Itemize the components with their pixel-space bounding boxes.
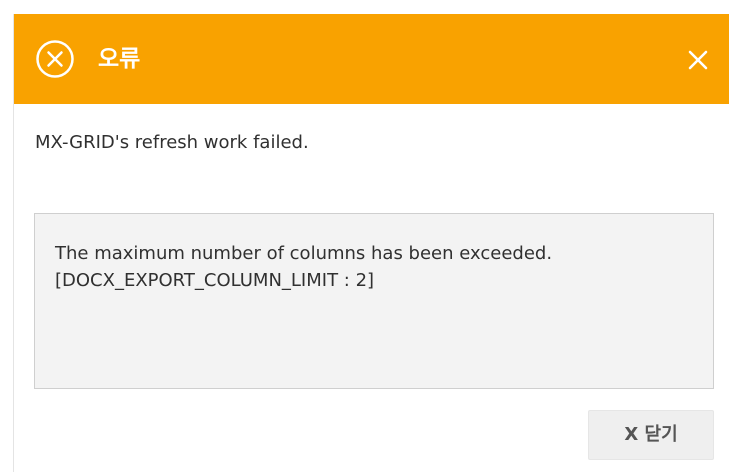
close-button[interactable]: X 닫기: [588, 410, 714, 460]
error-detail-box: The maximum number of columns has been e…: [34, 213, 714, 389]
close-icon[interactable]: [681, 43, 715, 77]
error-dialog: 오류 MX-GRID's refresh work failed. The ma…: [13, 14, 729, 472]
dialog-titlebar: 오류: [14, 14, 729, 104]
dialog-title: 오류: [98, 46, 141, 72]
error-icon: [36, 40, 74, 78]
error-detail-line-2: [DOCX_EXPORT_COLUMN_LIMIT : 2]: [55, 270, 375, 291]
error-detail-line-1: The maximum number of columns has been e…: [55, 243, 553, 264]
error-message: MX-GRID's refresh work failed.: [35, 132, 309, 153]
